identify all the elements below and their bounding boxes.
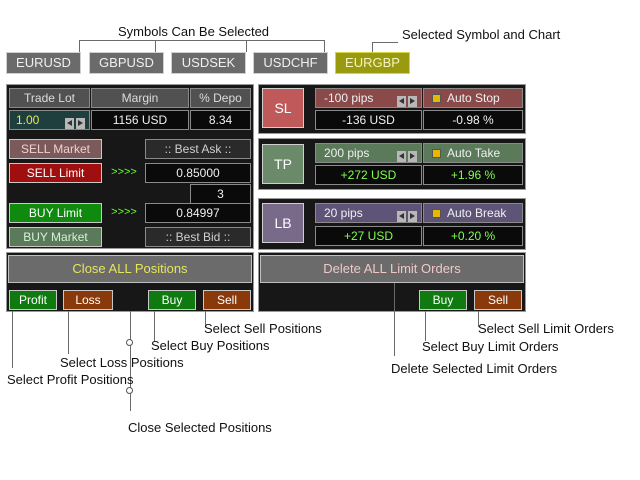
pointer-dot-icon [126,339,133,346]
auto-take-label: Auto Take [447,146,501,160]
annotation-select-sell-limit-orders: Select Sell Limit Orders [478,321,614,336]
buy-positions-pointer [154,311,155,341]
spread-value: 3 [190,184,251,204]
lb-decrease-icon[interactable] [397,211,406,223]
bracket-tick [79,40,80,52]
take-profit-pct: +1.96 % [423,165,523,185]
sell-arrows: >>>> [111,166,137,178]
symbol-tab-selected[interactable]: EURGBP [335,52,410,74]
sl-decrease-icon[interactable] [397,96,406,108]
buy-limit-price-input[interactable]: 0.84997 [145,203,251,223]
delete-all-limit-orders-button[interactable]: Delete ALL Limit Orders [260,255,524,283]
buy-arrows: >>>> [111,206,137,218]
trade-lot-value: 1.00 [16,113,40,127]
annotation-select-loss-positions: Select Loss Positions [60,355,184,370]
stop-loss-pips-field[interactable]: -100 pips [315,88,422,108]
symbols-bracket-line [79,40,324,41]
margin-header: Margin [91,88,189,108]
sl-increase-icon[interactable] [408,96,417,108]
lot-decrease-icon[interactable] [65,118,74,130]
bracket-tick [155,40,156,52]
buy-limit-button[interactable]: BUY Limit [9,203,102,223]
sell-market-button[interactable]: SELL Market [9,139,102,159]
annotation-select-profit-positions: Select Profit Positions [7,372,134,387]
take-profit-pips-field[interactable]: 200 pips [315,143,422,163]
auto-stop-label: Auto Stop [447,91,500,105]
trade-lot-field[interactable]: 1.00 [9,110,90,130]
symbol-tab-usdchf[interactable]: USDCHF [253,52,328,74]
symbol-tab-usdsek[interactable]: USDSEK [171,52,246,74]
sell-limit-button[interactable]: SELL Limit [9,163,102,183]
best-bid-label: :: Best Bid :: [145,227,251,247]
break-even-button[interactable]: LB [262,203,304,243]
select-loss-button[interactable]: Loss [63,290,113,310]
symbol-tab-eurusd[interactable]: EURUSD [6,52,81,74]
checkbox-icon [432,149,441,159]
select-sell-limit-orders-button[interactable]: Sell [474,290,522,310]
annotation-select-buy-limit-orders: Select Buy Limit Orders [422,339,559,354]
annotation-delete-selected-limit-orders: Delete Selected Limit Orders [391,361,558,376]
select-buy-limit-orders-button[interactable]: Buy [419,290,467,310]
break-even-usd: +27 USD [315,226,422,246]
select-buy-positions-button[interactable]: Buy [148,290,196,310]
stop-loss-pips: -100 pips [324,91,374,105]
lb-increase-icon[interactable] [408,211,417,223]
symbol-tab-gbpusd[interactable]: GBPUSD [89,52,164,74]
depo-value: 8.34 [190,110,251,130]
checkbox-icon [432,209,441,219]
stop-loss-pct: -0.98 % [423,110,523,130]
best-ask-label: :: Best Ask :: [145,139,251,159]
break-even-pips: 20 pips [324,206,363,220]
select-profit-button[interactable]: Profit [9,290,57,310]
tp-increase-icon[interactable] [408,151,417,163]
take-profit-button[interactable]: TP [262,144,304,184]
annotation-selected-symbol: Selected Symbol and Chart [402,27,561,42]
buy-limit-pointer [425,311,426,341]
tp-decrease-icon[interactable] [397,151,406,163]
annotation-symbols-can-be-selected: Symbols Can Be Selected [118,24,270,39]
profit-positions-pointer [12,311,13,368]
delete-selected-pointer [394,283,395,356]
checkbox-icon [432,94,441,104]
auto-take-toggle[interactable]: Auto Take [423,143,523,163]
stop-loss-usd: -136 USD [315,110,422,130]
bracket-tick [324,40,325,52]
pointer-dot-icon [126,387,133,394]
loss-positions-pointer [68,311,69,354]
auto-break-label: Auto Break [447,206,507,220]
annotation-close-selected-positions: Close Selected Positions [128,420,272,435]
select-sell-positions-button[interactable]: Sell [203,290,251,310]
stop-loss-button[interactable]: SL [262,88,304,128]
selected-pointer-line [372,42,398,43]
buy-market-button[interactable]: BUY Market [9,227,102,247]
margin-value: 1156 USD [91,110,189,130]
auto-break-toggle[interactable]: Auto Break [423,203,523,223]
close-all-positions-button[interactable]: Close ALL Positions [8,255,252,283]
lot-increase-icon[interactable] [76,118,85,130]
auto-stop-toggle[interactable]: Auto Stop [423,88,523,108]
sell-limit-price-input[interactable]: 0.85000 [145,163,251,183]
selected-pointer-line [372,42,373,52]
annotation-select-sell-positions: Select Sell Positions [204,321,322,336]
bracket-tick [246,40,247,52]
take-profit-pips: 200 pips [324,146,370,160]
break-even-pct: +0.20 % [423,226,523,246]
depo-header: % Depo [190,88,251,108]
trade-lot-header: Trade Lot [9,88,90,108]
annotation-select-buy-positions: Select Buy Positions [151,338,270,353]
take-profit-usd: +272 USD [315,165,422,185]
break-even-pips-field[interactable]: 20 pips [315,203,422,223]
